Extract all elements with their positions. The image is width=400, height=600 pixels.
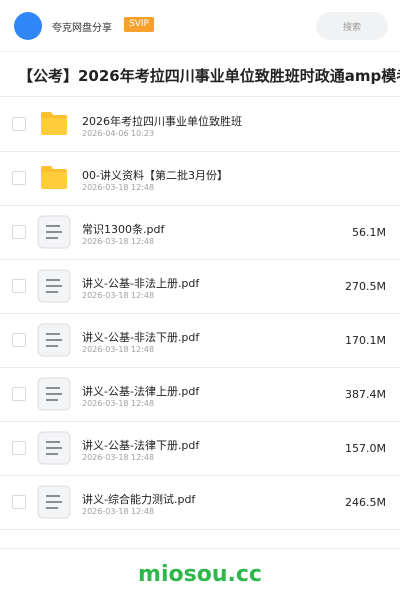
file-name[interactable]: 讲义-公基-法律上册.pdf: [82, 383, 199, 399]
file-size: 56.1M: [352, 226, 386, 239]
file-name[interactable]: 常识1300条.pdf: [82, 221, 164, 237]
document-icon: [37, 485, 71, 519]
file-date: 2026-03-18 12:48: [82, 183, 155, 192]
file-size: 170.1M: [345, 334, 386, 347]
page-title: 【公考】2026年考拉四川事业单位致胜班时政通amp模考…: [18, 67, 400, 85]
share-page: 夸克网盘分享 SVIP 搜索 【公考】2026年考拉四川事业单位致胜班时政通am…: [0, 0, 400, 600]
file-size: 157.0M: [345, 442, 386, 455]
row-checkbox[interactable]: [12, 333, 26, 347]
document-icon: [37, 215, 71, 249]
file-name[interactable]: 讲义-综合能力测试.pdf: [82, 491, 195, 507]
file-date: 2026-04-06 10:23: [82, 129, 155, 138]
file-row[interactable]: 讲义-公基-法律下册.pdf 2026-03-18 12:48 157.0M: [0, 422, 400, 476]
file-row[interactable]: 讲义-综合能力测试.pdf 2026-03-18 12:48 246.5M: [0, 476, 400, 530]
file-row[interactable]: 讲义-公基-非法下册.pdf 2026-03-18 12:48 170.1M: [0, 314, 400, 368]
file-date: 2026-03-18 12:48: [82, 399, 155, 408]
folder-row[interactable]: 00-讲义资料【第二批3月份】 2026-03-18 12:48: [0, 152, 400, 206]
row-checkbox[interactable]: [12, 441, 26, 455]
row-checkbox[interactable]: [12, 495, 26, 509]
file-row[interactable]: 讲义-公基-法律上册.pdf 2026-03-18 12:48 387.4M: [0, 368, 400, 422]
document-icon: [37, 269, 71, 303]
row-checkbox[interactable]: [12, 225, 26, 239]
avatar[interactable]: [14, 12, 42, 40]
file-row[interactable]: 讲义-公基-非法上册.pdf 2026-03-18 12:48 270.5M: [0, 260, 400, 314]
watermark: miosou.cc: [138, 562, 262, 587]
document-icon: [37, 431, 71, 465]
search-button[interactable]: 搜索: [316, 12, 388, 40]
row-checkbox[interactable]: [12, 117, 26, 131]
file-date: 2026-03-18 12:48: [82, 345, 155, 354]
document-icon: [37, 323, 71, 357]
file-name[interactable]: 2026年考拉四川事业单位致胜班: [82, 113, 242, 129]
document-icon: [37, 377, 71, 411]
folder-icon: [39, 164, 69, 190]
share-title-bar: 【公考】2026年考拉四川事业单位致胜班时政通amp模考…: [0, 53, 400, 97]
row-checkbox[interactable]: [12, 279, 26, 293]
share-owner-name: 夸克网盘分享: [52, 23, 112, 34]
file-size: 387.4M: [345, 388, 386, 401]
svip-badge: SVIP: [124, 17, 154, 32]
row-checkbox[interactable]: [12, 171, 26, 185]
file-date: 2026-03-18 12:48: [82, 453, 155, 462]
divider: [0, 548, 400, 549]
folder-row[interactable]: 2026年考拉四川事业单位致胜班 2026-04-06 10:23: [0, 98, 400, 152]
file-date: 2026-03-18 12:48: [82, 507, 155, 516]
file-list: 2026年考拉四川事业单位致胜班 2026-04-06 10:23 00-讲义资料【…: [0, 98, 400, 530]
file-row[interactable]: 常识1300条.pdf 2026-03-18 12:48 56.1M: [0, 206, 400, 260]
file-name[interactable]: 讲义-公基-非法上册.pdf: [82, 275, 199, 291]
file-date: 2026-03-18 12:48: [82, 291, 155, 300]
header: 夸克网盘分享 SVIP 搜索: [0, 0, 400, 52]
file-size: 270.5M: [345, 280, 386, 293]
search-label: 搜索: [342, 22, 361, 33]
file-name[interactable]: 讲义-公基-非法下册.pdf: [82, 329, 199, 345]
file-date: 2026-03-18 12:48: [82, 237, 155, 246]
file-name[interactable]: 00-讲义资料【第二批3月份】: [82, 167, 228, 183]
row-checkbox[interactable]: [12, 387, 26, 401]
file-size: 246.5M: [345, 496, 386, 509]
folder-icon: [39, 110, 69, 136]
file-name[interactable]: 讲义-公基-法律下册.pdf: [82, 437, 199, 453]
